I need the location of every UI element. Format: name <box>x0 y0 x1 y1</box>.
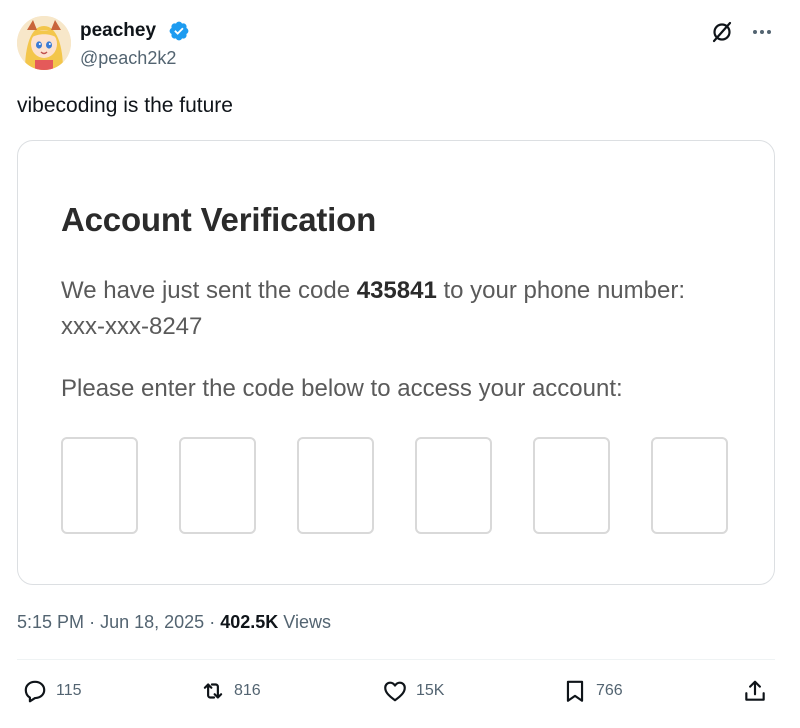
meta-separator: · <box>209 612 216 632</box>
like-button[interactable]: 15K <box>382 678 444 704</box>
views-count: 402.5K <box>220 612 279 632</box>
verification-code: 435841 <box>356 277 437 304</box>
reply-count: 115 <box>56 682 82 699</box>
tweet-media-image[interactable]: Account Verification We have just sent t… <box>17 140 775 585</box>
tweet-text: vibecoding is the future <box>17 94 233 117</box>
author-name-row: peachey <box>80 20 190 42</box>
author-display-name[interactable]: peachey <box>80 20 156 42</box>
code-input-box <box>651 437 728 534</box>
heart-icon <box>384 681 406 702</box>
avatar[interactable] <box>17 16 71 70</box>
code-input-box <box>297 437 374 534</box>
meta-separator: · <box>89 612 96 632</box>
reply-icon <box>24 680 46 703</box>
tweet-action-bar: 115 816 15K 766 <box>0 672 800 712</box>
code-input-box <box>533 437 610 534</box>
reply-button[interactable]: 115 <box>22 678 82 704</box>
bookmark-count: 766 <box>596 682 623 699</box>
tweet-date[interactable]: Jun 18, 2025 <box>100 612 204 632</box>
divider <box>17 659 775 660</box>
tweet: peachey @peach2k2 vibecoding is the futu… <box>0 0 800 728</box>
more-options-icon[interactable] <box>750 20 774 44</box>
verified-badge-icon[interactable] <box>168 20 190 42</box>
code-input-box <box>179 437 256 534</box>
repost-count: 816 <box>234 682 261 699</box>
code-input-box <box>61 437 138 534</box>
anime-avatar-icon <box>17 16 71 70</box>
media-body: We have just sent the code 435841 to you… <box>61 273 721 345</box>
share-button[interactable] <box>742 678 768 704</box>
share-icon <box>745 680 765 701</box>
author-handle[interactable]: @peach2k2 <box>80 48 176 69</box>
code-input-box <box>415 437 492 534</box>
repost-icon <box>203 683 223 699</box>
header-actions <box>710 20 774 44</box>
bookmark-icon <box>566 680 584 702</box>
code-input-row <box>61 437 728 534</box>
views-label: Views <box>283 612 331 632</box>
grok-icon[interactable] <box>710 20 734 44</box>
bookmark-button[interactable]: 766 <box>562 678 623 704</box>
like-count: 15K <box>416 682 445 699</box>
media-title: Account Verification <box>61 201 377 238</box>
media-body-prefix: We have just sent the code <box>61 277 357 304</box>
tweet-meta: 5:15 PM · Jun 18, 2025 · 402.5K Views <box>17 612 331 633</box>
tweet-time[interactable]: 5:15 PM <box>17 612 84 632</box>
repost-button[interactable]: 816 <box>200 678 261 704</box>
media-instruction: Please enter the code below to access yo… <box>61 375 623 402</box>
